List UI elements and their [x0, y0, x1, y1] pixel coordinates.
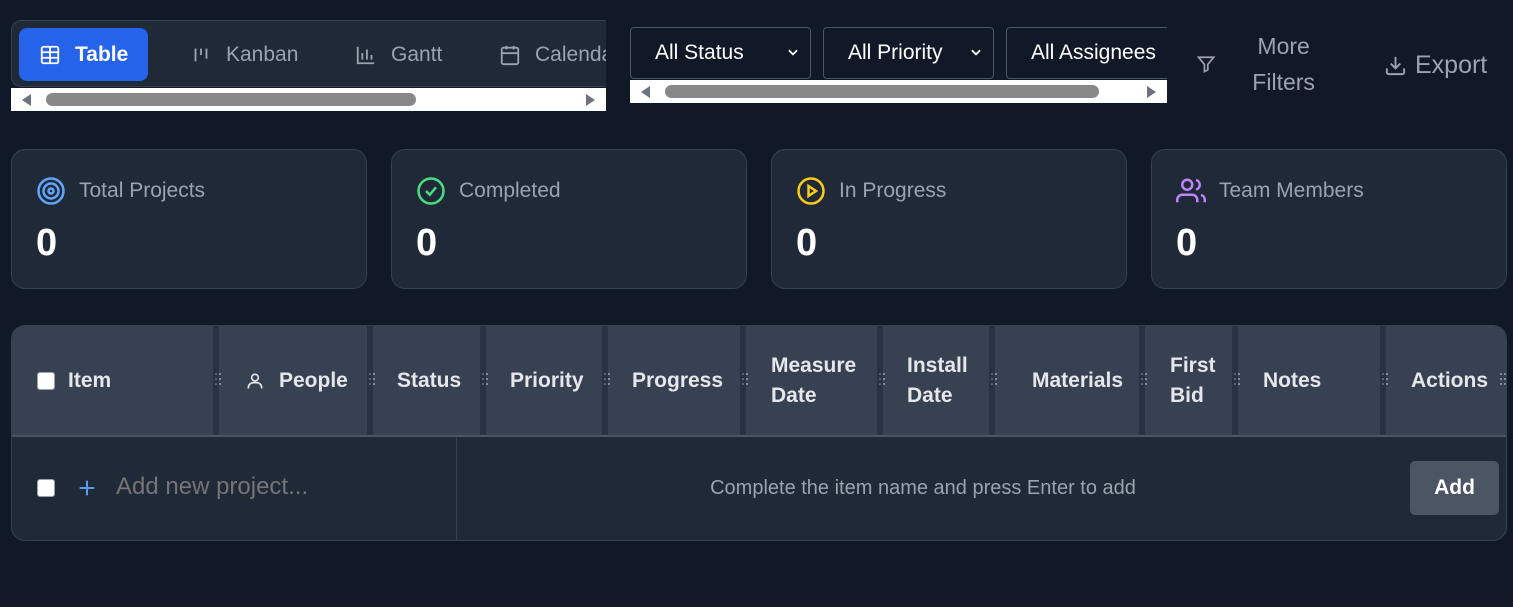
column-label: Install Date	[907, 353, 968, 407]
column-divider	[367, 326, 373, 435]
column-label: Priority	[510, 368, 584, 392]
add-project-button[interactable]: Add	[1410, 461, 1499, 515]
add-project-cell	[12, 437, 457, 540]
export-label: Export	[1415, 50, 1488, 79]
check-circle-icon	[417, 177, 445, 205]
view-tabs-scrollbar[interactable]	[11, 88, 606, 111]
stat-value: 0	[1176, 222, 1198, 264]
row-checkbox[interactable]	[37, 479, 55, 497]
filter-bar: All Status All Priority All Assignees	[630, 27, 1167, 103]
column-header-materials[interactable]: Materials	[1032, 326, 1123, 435]
stat-card-in-progress: In Progress 0	[771, 149, 1127, 289]
status-filter-select[interactable]: All Status	[630, 27, 811, 79]
column-divider	[989, 326, 995, 435]
column-divider	[213, 326, 219, 435]
column-label: People	[279, 368, 348, 392]
column-label: Materials	[1032, 368, 1124, 392]
gantt-chart-icon	[356, 46, 375, 64]
column-divider	[480, 326, 486, 435]
column-label: First Bid	[1170, 353, 1216, 407]
stat-value: 0	[796, 222, 818, 264]
tab-calendar-label: Calendar	[535, 42, 606, 66]
download-icon	[1385, 56, 1406, 75]
column-label: Notes	[1263, 368, 1322, 392]
projects-table: Item People Status Priority Progress Mea…	[11, 325, 1507, 541]
play-circle-icon	[797, 177, 825, 205]
plus-icon[interactable]	[76, 477, 98, 499]
priority-filter-select[interactable]: All Priority	[823, 27, 994, 79]
column-header-actions[interactable]: Actions	[1411, 326, 1488, 435]
column-header-notes[interactable]: Notes	[1263, 326, 1321, 435]
more-filters-button[interactable]: More Filters	[1190, 28, 1325, 100]
tab-gantt-label: Gantt	[391, 42, 443, 66]
assignee-filter-select[interactable]: All Assignees	[1006, 27, 1167, 79]
export-button[interactable]: Export	[1384, 46, 1487, 84]
chevron-down-icon	[788, 49, 798, 56]
filter-icon	[1196, 56, 1216, 73]
column-drag-handle[interactable]	[1500, 373, 1506, 389]
assignee-filter-value: All Assignees	[1031, 41, 1156, 64]
view-tabs: Table Kanban Gantt Calendar	[11, 20, 606, 87]
column-header-install-date[interactable]: Install Date	[907, 326, 987, 435]
stat-value: 0	[416, 222, 438, 264]
tab-kanban[interactable]: Kanban	[170, 28, 318, 81]
users-icon	[1176, 178, 1206, 203]
column-divider	[877, 326, 883, 435]
add-hint-text: Complete the item name and press Enter t…	[710, 477, 1136, 499]
filter-bar-scrollbar[interactable]	[630, 80, 1167, 103]
column-label: Item	[68, 368, 112, 392]
scrollbar-thumb[interactable]	[46, 93, 416, 106]
stat-card-total-projects: Total Projects 0	[11, 149, 367, 289]
add-project-row: Complete the item name and press Enter t…	[12, 437, 1506, 540]
column-divider	[740, 326, 746, 435]
stat-card-team-members: Team Members 0	[1151, 149, 1507, 289]
column-header-measure-date[interactable]: Measure Date	[771, 326, 871, 435]
stat-card-completed: Completed 0	[391, 149, 747, 289]
scrollbar-thumb[interactable]	[665, 85, 1099, 98]
tab-table[interactable]: Table	[19, 28, 149, 81]
kanban-icon	[194, 48, 208, 61]
tab-kanban-label: Kanban	[226, 42, 299, 66]
table-header: Item People Status Priority Progress Mea…	[12, 326, 1506, 437]
select-all-checkbox[interactable]	[37, 371, 55, 390]
target-icon	[37, 177, 65, 205]
column-header-progress[interactable]: Progress	[632, 326, 723, 435]
priority-filter-value: All Priority	[848, 41, 943, 64]
scroll-left-arrow[interactable]	[22, 94, 31, 106]
scroll-right-arrow[interactable]	[1147, 86, 1156, 98]
new-project-input[interactable]	[116, 473, 416, 501]
calendar-icon	[500, 45, 520, 65]
stat-label: Completed	[459, 179, 561, 202]
chevron-down-icon	[971, 49, 981, 56]
column-header-status[interactable]: Status	[397, 326, 461, 435]
status-filter-value: All Status	[655, 41, 744, 64]
column-divider	[1232, 326, 1238, 435]
scroll-right-arrow[interactable]	[586, 94, 595, 106]
column-label: Measure Date	[771, 353, 857, 407]
tab-table-label: Table	[75, 42, 129, 66]
more-filters-label: More Filters	[1252, 33, 1315, 95]
user-icon	[247, 373, 263, 388]
stat-label: In Progress	[839, 179, 947, 202]
tab-calendar[interactable]: Calendar	[479, 28, 606, 81]
stat-value: 0	[36, 222, 58, 264]
column-label: Progress	[632, 368, 724, 392]
table-icon	[40, 45, 60, 64]
view-switcher: Table Kanban Gantt Calendar	[11, 20, 606, 111]
stat-label: Team Members	[1219, 179, 1364, 202]
column-header-priority[interactable]: Priority	[510, 326, 584, 435]
column-header-first-bid[interactable]: First Bid	[1170, 326, 1230, 435]
column-divider	[1380, 326, 1386, 435]
column-header-people[interactable]: People	[245, 326, 348, 435]
tab-gantt[interactable]: Gantt	[335, 28, 462, 81]
column-label: Status	[397, 368, 462, 392]
stat-label: Total Projects	[79, 179, 206, 202]
column-divider	[1139, 326, 1145, 435]
column-divider	[602, 326, 608, 435]
scroll-left-arrow[interactable]	[641, 86, 650, 98]
column-header-item[interactable]: Item	[37, 326, 111, 435]
column-label: Actions	[1411, 368, 1489, 392]
